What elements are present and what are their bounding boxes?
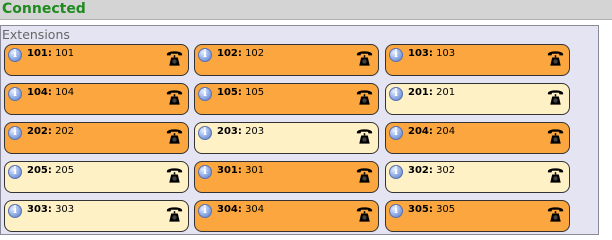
extension-label: 302: 302 (408, 164, 455, 177)
extension-name: 302 (436, 165, 456, 176)
info-icon[interactable]: i (198, 87, 212, 101)
extension-name: 201 (436, 87, 456, 98)
info-icon[interactable]: i (198, 204, 212, 218)
status-bar: Connected (0, 0, 612, 20)
extension-name: 104 (55, 87, 75, 98)
extension-number: 205: (27, 165, 52, 176)
extension-number: 104: (27, 87, 52, 98)
info-icon[interactable]: i (8, 48, 22, 62)
extension-name: 205 (55, 165, 75, 176)
extension-label: 101: 101 (27, 47, 74, 60)
extension-name: 102 (245, 48, 265, 59)
info-icon[interactable]: i (389, 126, 403, 140)
info-icon[interactable]: i (198, 165, 212, 179)
extension-label: 203: 203 (217, 125, 264, 138)
extension-tile[interactable]: i 103: 103 (385, 44, 570, 76)
extension-number: 103: (408, 48, 433, 59)
extension-label: 104: 104 (27, 86, 74, 99)
extension-tile[interactable]: i 203: 203 (194, 122, 379, 154)
extension-tile[interactable]: i 205: 205 (4, 161, 189, 193)
telephone-icon (547, 129, 564, 144)
extension-name: 204 (436, 126, 456, 137)
extension-label: 102: 102 (217, 47, 264, 60)
connection-status: Connected (2, 1, 86, 17)
telephone-icon (166, 129, 183, 144)
panel-title: Extensions (2, 27, 70, 42)
extension-number: 303: (27, 204, 52, 215)
extension-name: 105 (245, 87, 265, 98)
extension-name: 103 (436, 48, 456, 59)
extension-label: 301: 301 (217, 164, 264, 177)
extension-name: 304 (245, 204, 265, 215)
extension-number: 201: (408, 87, 433, 98)
extension-number: 101: (27, 48, 52, 59)
extension-number: 204: (408, 126, 433, 137)
extension-label: 201: 201 (408, 86, 455, 99)
extension-tile[interactable]: i 302: 302 (385, 161, 570, 193)
extension-tile[interactable]: i 101: 101 (4, 44, 189, 76)
telephone-icon (547, 207, 564, 222)
telephone-icon (166, 51, 183, 66)
extension-name: 203 (245, 126, 265, 137)
extension-number: 305: (408, 204, 433, 215)
telephone-icon (356, 90, 373, 105)
extension-label: 204: 204 (408, 125, 455, 138)
extension-label: 303: 303 (27, 203, 74, 216)
telephone-icon (166, 207, 183, 222)
info-icon[interactable]: i (8, 126, 22, 140)
telephone-icon (166, 90, 183, 105)
extension-tile[interactable]: i 102: 102 (194, 44, 379, 76)
info-icon[interactable]: i (389, 48, 403, 62)
extension-tile[interactable]: i 105: 105 (194, 83, 379, 115)
extension-tile[interactable]: i 104: 104 (4, 83, 189, 115)
extension-tile[interactable]: i 301: 301 (194, 161, 379, 193)
info-icon[interactable]: i (389, 204, 403, 218)
telephone-icon (547, 168, 564, 183)
extension-number: 304: (217, 204, 242, 215)
extension-number: 202: (27, 126, 52, 137)
extension-label: 103: 103 (408, 47, 455, 60)
extension-name: 202 (55, 126, 75, 137)
extension-label: 202: 202 (27, 125, 74, 138)
telephone-icon (356, 129, 373, 144)
extension-name: 305 (436, 204, 456, 215)
extension-number: 105: (217, 87, 242, 98)
extension-number: 302: (408, 165, 433, 176)
extension-number: 301: (217, 165, 242, 176)
extension-label: 304: 304 (217, 203, 264, 216)
extension-number: 203: (217, 126, 242, 137)
info-icon[interactable]: i (8, 165, 22, 179)
telephone-icon (547, 90, 564, 105)
extension-tile[interactable]: i 202: 202 (4, 122, 189, 154)
extension-number: 102: (217, 48, 242, 59)
extension-name: 101 (55, 48, 75, 59)
extension-tile[interactable]: i 204: 204 (385, 122, 570, 154)
extensions-panel: Extensions i 101: 101 i 102: 102 i 103: … (0, 25, 599, 235)
telephone-icon (356, 168, 373, 183)
info-icon[interactable]: i (389, 87, 403, 101)
info-icon[interactable]: i (389, 165, 403, 179)
extension-tile[interactable]: i 303: 303 (4, 200, 189, 232)
extension-tile[interactable]: i 201: 201 (385, 83, 570, 115)
info-icon[interactable]: i (8, 87, 22, 101)
info-icon[interactable]: i (8, 204, 22, 218)
extension-label: 105: 105 (217, 86, 264, 99)
info-icon[interactable]: i (198, 48, 212, 62)
extension-name: 303 (55, 204, 75, 215)
extension-tile[interactable]: i 304: 304 (194, 200, 379, 232)
telephone-icon (166, 168, 183, 183)
info-icon[interactable]: i (198, 126, 212, 140)
telephone-icon (356, 51, 373, 66)
telephone-icon (356, 207, 373, 222)
extension-label: 305: 305 (408, 203, 455, 216)
extension-label: 205: 205 (27, 164, 74, 177)
telephone-icon (547, 51, 564, 66)
extension-name: 301 (245, 165, 265, 176)
extension-tile[interactable]: i 305: 305 (385, 200, 570, 232)
